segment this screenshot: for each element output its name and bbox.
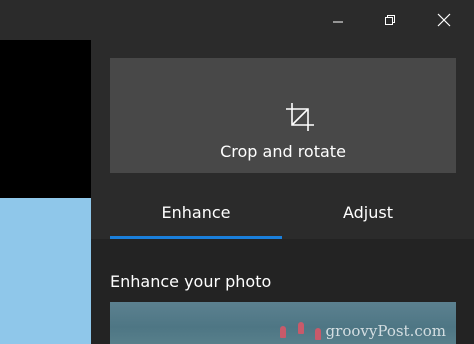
flamingo-shape	[298, 322, 304, 334]
photo-canvas-dark	[0, 40, 91, 198]
crop-icon	[286, 103, 314, 131]
minimize-button[interactable]	[312, 0, 364, 40]
enhance-preview-thumbnail[interactable]: groovyPost.com	[110, 302, 456, 344]
crop-and-rotate-button[interactable]: Crop and rotate	[110, 58, 456, 173]
edit-panel: Crop and rotate Enhance Adjust Enhance y…	[91, 40, 474, 344]
restore-button[interactable]	[364, 0, 416, 40]
photo-canvas-sky	[0, 198, 91, 344]
close-icon	[437, 13, 451, 27]
minimize-icon	[333, 21, 343, 23]
section-title: Enhance your photo	[110, 272, 272, 291]
title-bar	[0, 0, 474, 40]
crop-button-label: Crop and rotate	[220, 142, 346, 161]
restore-icon	[385, 15, 395, 25]
watermark: groovyPost.com	[325, 322, 446, 340]
close-button[interactable]	[418, 0, 470, 40]
flamingo-shape	[315, 328, 321, 340]
flamingo-shape	[280, 326, 286, 338]
selected-tab-indicator	[110, 236, 282, 239]
tab-adjust[interactable]: Adjust	[282, 202, 454, 242]
